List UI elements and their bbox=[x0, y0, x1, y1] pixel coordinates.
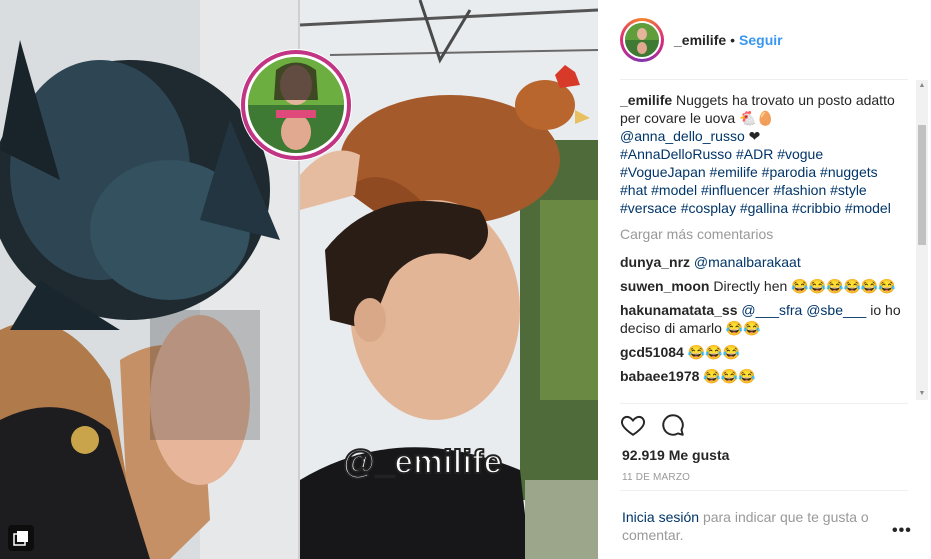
caption: _emilife Nuggets ha trovato un posto ada… bbox=[620, 91, 902, 217]
username-link[interactable]: _emilife bbox=[674, 32, 726, 48]
comment-username[interactable]: dunya_nrz bbox=[620, 254, 690, 270]
heart-emoji: ❤ bbox=[748, 128, 761, 144]
comment-item: dunya_nrz @manalbarakaat bbox=[620, 253, 902, 271]
heart-icon[interactable] bbox=[620, 412, 646, 443]
login-prompt: Inicia sesión para indicar que te gusta … bbox=[622, 508, 882, 544]
comment-text: 😂😂😂 bbox=[687, 344, 741, 360]
comment-item: hakunamatata_ss @___sfra @sbe___ io ho d… bbox=[620, 301, 902, 337]
comment-item: babaee1978 😂😂😂 bbox=[620, 367, 902, 385]
follow-button[interactable]: Seguir bbox=[739, 32, 783, 48]
post-image[interactable]: @_emilife bbox=[0, 0, 598, 559]
caption-mention[interactable]: @anna_dello_russo bbox=[620, 128, 745, 144]
separator-dot: • bbox=[730, 32, 736, 48]
comment-item: suwen_moon Directly hen 😂😂😂😂😂😂 bbox=[620, 277, 902, 295]
post-side-panel: _emilife • Seguir _emilife Nuggets ha tr… bbox=[598, 0, 931, 559]
scroll-down-arrow-icon[interactable]: ▼ bbox=[918, 390, 926, 398]
comment-item: gcd51084 😂😂😂 bbox=[620, 343, 902, 361]
comment-mention[interactable]: @___sfra @sbe___ bbox=[741, 302, 866, 318]
scrollbar-thumb[interactable] bbox=[918, 125, 926, 245]
post-header: _emilife • Seguir bbox=[620, 14, 783, 66]
login-link[interactable]: Inicia sesión bbox=[622, 509, 699, 525]
load-more-comments-button[interactable]: Cargar más comentarios bbox=[620, 225, 902, 243]
comment-text: 😂😂😂 bbox=[703, 368, 756, 384]
post-photo-illustration bbox=[0, 0, 598, 559]
comment-username[interactable]: babaee1978 bbox=[620, 368, 699, 384]
comment-username[interactable]: gcd51084 bbox=[620, 344, 684, 360]
post-date: 11 DE MARZO bbox=[622, 472, 691, 483]
comments-scrollbar[interactable]: ▲ ▼ bbox=[916, 80, 928, 400]
comment-username[interactable]: suwen_moon bbox=[620, 278, 709, 294]
watermark-text: @_emilife bbox=[342, 442, 503, 481]
like-count[interactable]: 92.919 Me gusta bbox=[622, 447, 729, 463]
header-divider bbox=[620, 79, 908, 80]
more-options-icon[interactable]: ••• bbox=[892, 522, 912, 540]
comment-text: Directly hen 😂😂😂😂😂😂 bbox=[713, 278, 896, 294]
caption-hashtags[interactable]: #AnnaDelloRusso #ADR #vogue #VogueJapan … bbox=[620, 146, 891, 216]
comments-divider bbox=[620, 403, 908, 404]
comments-list: _emilife Nuggets ha trovato un posto ada… bbox=[620, 91, 902, 400]
comment-icon[interactable] bbox=[660, 412, 686, 443]
comment-mention[interactable]: @manalbarakaat bbox=[694, 254, 801, 270]
scroll-up-arrow-icon[interactable]: ▲ bbox=[918, 82, 926, 90]
footer-divider bbox=[620, 490, 908, 491]
action-bar bbox=[620, 412, 686, 443]
comment-username[interactable]: hakunamatata_ss bbox=[620, 302, 738, 318]
avatar[interactable] bbox=[620, 18, 664, 62]
multiple-photos-icon bbox=[8, 525, 34, 551]
caption-username[interactable]: _emilife bbox=[620, 92, 672, 108]
